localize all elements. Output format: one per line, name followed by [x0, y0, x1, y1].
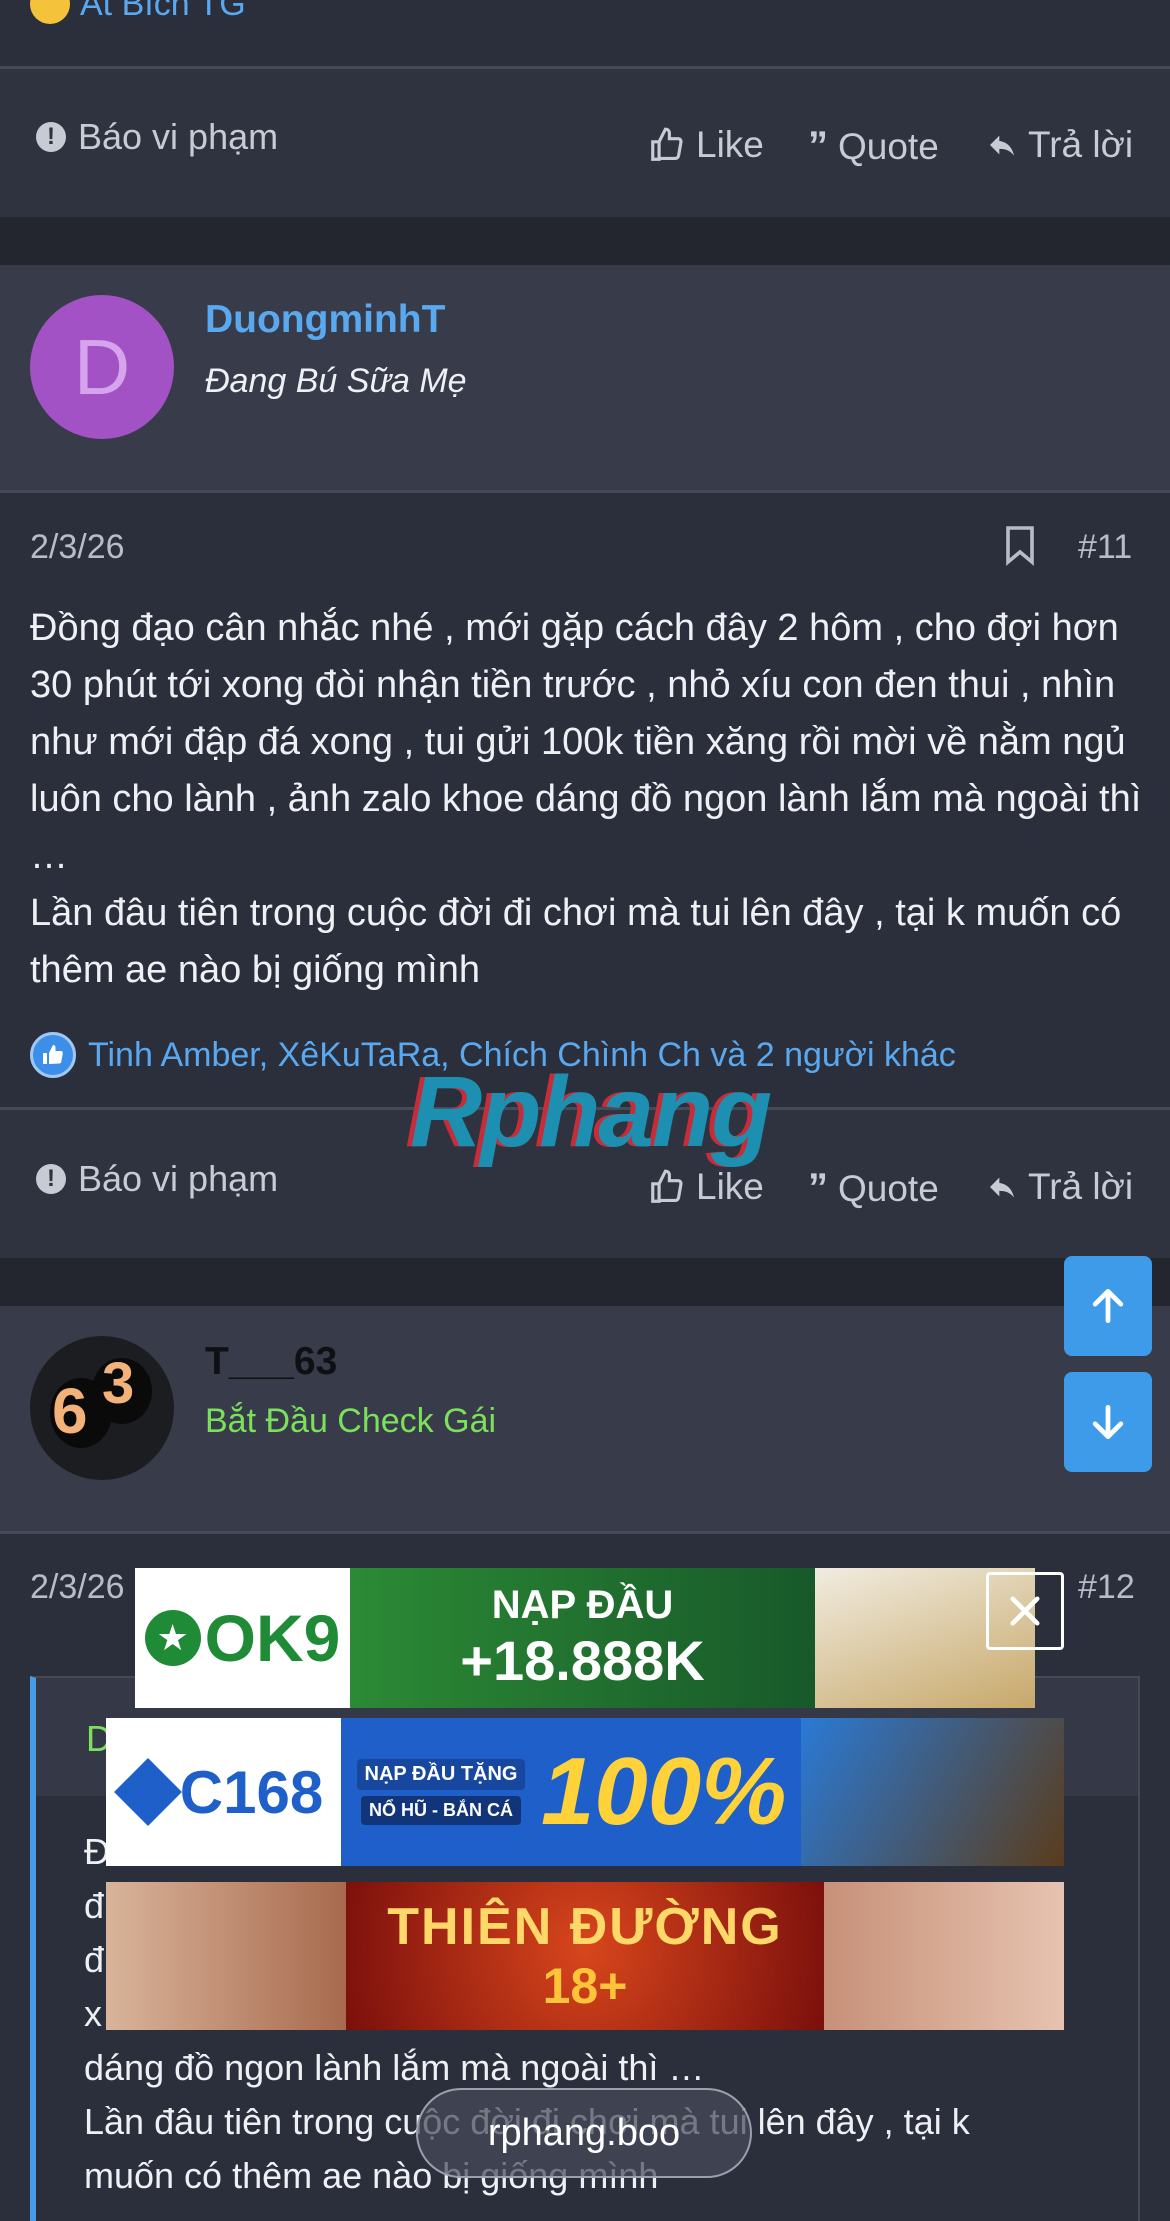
quote-label: Quote [838, 1167, 939, 1209]
post-paragraph: Lần đâu tiên trong cuộc đời đi chơi mà t… [30, 892, 1122, 991]
ok9-logo: ★ OK9 [135, 1568, 350, 1708]
post-paragraph: Đồng đạo cân nhắc nhé , mới gặp cách đây… [30, 607, 1142, 877]
thienduong-promo-image-left [106, 1882, 346, 2030]
alert-icon: ! [36, 122, 66, 152]
thienduong-ad-banner[interactable]: THIÊN ĐƯỜNG 18+ [106, 1882, 1064, 2030]
reply-icon [990, 1177, 1014, 1198]
domain-pill[interactable]: rphang.boo [416, 2088, 752, 2178]
ok9-amount: +18.888K [460, 1629, 705, 1692]
arrow-down-icon [1092, 1404, 1124, 1440]
like-label: Like [696, 124, 764, 165]
reply-label: Trả lời [1028, 124, 1134, 165]
c168-sub: NỔ HŨ - BẮN CÁ [361, 1796, 521, 1825]
post-date[interactable]: 2/3/26 [30, 1568, 125, 1607]
scroll-down-button[interactable] [1064, 1372, 1152, 1472]
quote-label: Quote [838, 125, 939, 167]
post-number-link[interactable]: #11 [1078, 528, 1132, 567]
thumbs-up-icon [651, 1169, 683, 1203]
quote-button[interactable]: ” Quote [808, 1166, 939, 1211]
reply-icon [990, 135, 1014, 156]
domain-label: rphang.boo [487, 2111, 681, 2154]
ok9-ad-banner[interactable]: ★ OK9 NẠP ĐẦU +18.888K [135, 1568, 1035, 1708]
avatar-digit: 6 [52, 1375, 88, 1447]
quote-line: dáng đồ ngon lành lắm mà ngoài thì … [84, 2047, 705, 2088]
like-label: Like [696, 1166, 764, 1207]
report-button[interactable]: ! Báo vi phạm [36, 116, 278, 158]
site-watermark: Rphang [410, 1056, 772, 1168]
ok9-headline: NẠP ĐẦU [491, 1583, 674, 1627]
bookmark-icon[interactable] [1004, 526, 1036, 566]
report-button[interactable]: ! Báo vi phạm [36, 1158, 278, 1200]
c168-ad-banner[interactable]: C168 NẠP ĐẦU TẶNG NỔ HŨ - BẮN CÁ 100% [106, 1718, 1064, 1866]
avatar[interactable]: 6 3 [30, 1336, 174, 1480]
c168-tag: NẠP ĐẦU TẶNG [356, 1759, 526, 1790]
c168-logo: C168 [106, 1718, 341, 1866]
thienduong-title: THIÊN ĐƯỜNG [387, 1898, 783, 1956]
quote-icon: ” [808, 1166, 828, 1210]
reactors-link[interactable]: Ất Bích TG [80, 0, 246, 24]
close-icon [1010, 1596, 1040, 1626]
post-date[interactable]: 2/3/26 [30, 528, 125, 567]
c168-brand: C168 [179, 1758, 324, 1826]
c168-mascot-image [800, 1718, 1064, 1866]
thienduong-promo-image-right [824, 1882, 1064, 2030]
avatar-digit: 3 [102, 1351, 135, 1416]
alert-icon: ! [36, 1164, 66, 1194]
user-title: Bắt Đầu Check Gái [205, 1402, 497, 1440]
post-11-user-header [0, 265, 1170, 490]
star-icon: ★ [144, 1610, 201, 1666]
like-button[interactable]: Like [648, 124, 764, 166]
avatar[interactable]: D [30, 295, 174, 439]
thumbs-up-icon [651, 127, 683, 161]
laugh-reaction-icon [30, 0, 70, 24]
scroll-up-button[interactable] [1064, 1256, 1152, 1356]
close-ad-button[interactable] [986, 1572, 1064, 1650]
diamond-icon [113, 1758, 182, 1826]
quote-icon: ” [808, 124, 828, 168]
thienduong-age: 18+ [542, 1958, 628, 2014]
user-title: Đang Bú Sữa Mẹ [205, 362, 467, 400]
quote-button[interactable]: ” Quote [808, 124, 939, 169]
like-button[interactable]: Like [648, 1166, 764, 1208]
reply-button[interactable]: Trả lời [986, 1166, 1133, 1208]
prev-post-reactions[interactable]: Ất Bích TG [30, 0, 246, 24]
report-label: Báo vi phạm [78, 1158, 279, 1199]
post-12-user-header [0, 1306, 1170, 1531]
username-link[interactable]: DuongminhT [205, 298, 445, 342]
like-reaction-icon [30, 1032, 76, 1078]
reply-label: Trả lời [1028, 1166, 1134, 1207]
arrow-up-icon [1092, 1288, 1124, 1324]
avatar-letter: D [73, 322, 131, 411]
post-number-link[interactable]: #12 [1078, 1568, 1135, 1607]
report-label: Báo vi phạm [78, 116, 279, 157]
c168-percent: 100% [541, 1738, 787, 1845]
username-link[interactable]: T___63 [205, 1340, 337, 1384]
post-message: Đồng đạo cân nhắc nhé , mới gặp cách đây… [30, 600, 1150, 999]
ok9-brand: OK9 [204, 1601, 341, 1675]
reply-button[interactable]: Trả lời [986, 124, 1133, 166]
